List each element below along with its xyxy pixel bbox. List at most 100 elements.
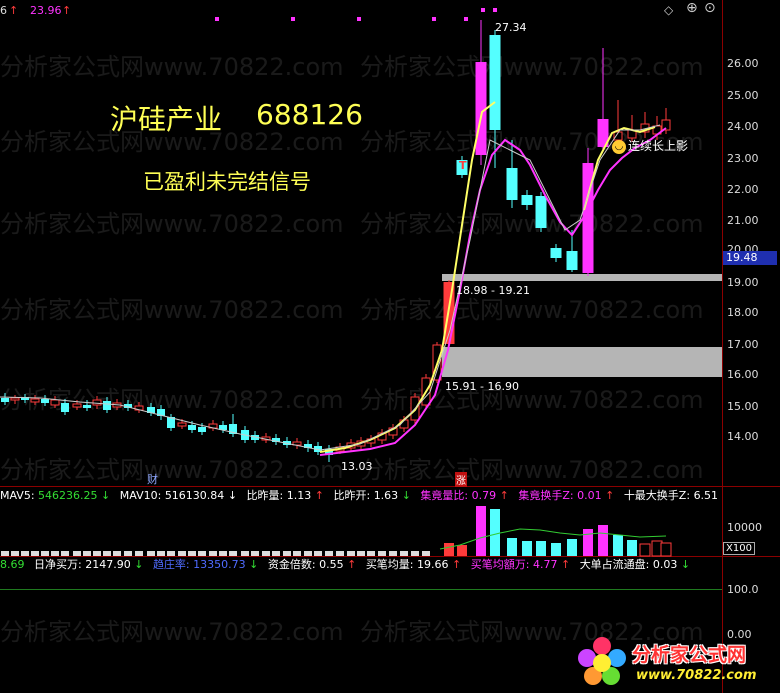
watermark-text: 分析家公式网www.70822.com: [0, 296, 344, 324]
volume-bar: [400, 551, 408, 556]
mav10-arrow: ↓: [227, 489, 238, 502]
diamond-icon[interactable]: ◇: [664, 3, 673, 17]
ind-item-value: 2147.90: [85, 558, 131, 571]
volume-bar: [536, 541, 546, 556]
vol-item-arrow: ↑: [499, 489, 509, 502]
volume-bar: [457, 545, 467, 556]
flower-logo-icon: [578, 637, 626, 685]
price-tick: 15.00: [727, 400, 759, 413]
price-tick: 25.00: [727, 89, 759, 102]
volume-bar: [241, 551, 249, 556]
watermark-text: 分析家公式网www.70822.com: [360, 210, 704, 238]
volume-bar: [613, 535, 623, 556]
ind-item-value: 0.03: [652, 558, 678, 571]
candle-body: [521, 195, 533, 205]
volume-bar: [639, 543, 651, 557]
marker-dot: [481, 8, 485, 12]
logo-brand-text: 分析家公式网: [632, 644, 747, 666]
volume-bar: [135, 551, 143, 556]
volume-bar: [627, 540, 637, 556]
stock-name: 沪硅产业: [110, 103, 223, 136]
volume-bar: [93, 551, 101, 556]
top-left-prefix: 6: [0, 4, 7, 17]
candle-body: [489, 35, 501, 130]
candle-body: [41, 399, 49, 403]
mav5-label: MAV5:: [0, 489, 35, 502]
ind-item-label: 买笔均量:: [365, 558, 414, 571]
vol-item-arrow: ↑: [314, 489, 324, 502]
price-tick: 24.00: [727, 120, 759, 133]
candle-body: [535, 196, 547, 228]
candle-body: [72, 403, 82, 408]
price-tick: 18.00: [727, 306, 759, 319]
volume-bar: [73, 551, 81, 556]
volume-bar: [598, 525, 608, 556]
price-tick: 19.00: [727, 276, 759, 289]
ind-item-arrow: ↓: [134, 558, 144, 571]
volume-bar: [51, 551, 59, 556]
volume-bar: [336, 551, 344, 556]
watermark-text: 分析家公式网www.70822.com: [360, 296, 704, 324]
ind-item-label: 买笔均額万:: [470, 558, 530, 571]
price-tick: 21.00: [727, 214, 759, 227]
resistance-zone-label: 18.98 - 19.21: [456, 284, 530, 297]
settings-icon[interactable]: ⊙: [704, 1, 716, 15]
ind-item-arrow: ↑: [560, 558, 571, 571]
brand-logo: 分析家公式网 www.70822.com: [574, 634, 774, 690]
watermark-text: 分析家公式网www.70822.com: [0, 456, 344, 484]
volume-bar: [367, 551, 375, 556]
volume-bar: [378, 551, 386, 556]
ind-item-arrow: ↑: [452, 558, 462, 571]
volume-bar: [188, 551, 196, 556]
resistance-zone: [442, 274, 722, 281]
volume-bar: [21, 551, 29, 556]
volume-bar: [283, 551, 291, 556]
smile-icon: ◡: [612, 140, 626, 154]
high-price-label: 27.34: [495, 21, 527, 34]
top-left-arrow: ↑: [9, 4, 19, 17]
mav5-arrow: ↓: [101, 489, 111, 502]
volume-bar: [41, 551, 49, 556]
volume-bar: [490, 509, 500, 556]
volume-bar: [157, 551, 165, 556]
vol-item-label: 集竟量比:: [420, 489, 469, 502]
volume-bar: [209, 551, 217, 556]
volume-bar: [314, 551, 322, 556]
candle-body: [566, 251, 578, 270]
volume-header: MAV5: 546236.25 ↓ MAV10: 516130.84 ↓ 比昨量…: [0, 489, 718, 503]
volume-bar: [272, 551, 280, 556]
volume-bar: [507, 538, 517, 556]
candle-body: [506, 168, 518, 200]
volume-bar: [83, 551, 91, 556]
candle-body: [61, 403, 69, 412]
t-marker: T: [459, 159, 467, 172]
volume-unit: X100: [723, 542, 755, 555]
marker-dot: [432, 17, 436, 21]
volume-bar: [444, 543, 454, 556]
watermark-text: 分析家公式网www.70822.com: [0, 53, 344, 81]
candle-body: [10, 397, 20, 401]
volume-bar: [251, 551, 259, 556]
vol-item-value: 1.63: [373, 489, 399, 502]
support-zone-label: 15.91 - 16.90: [445, 380, 519, 393]
vol-item-label: 比昨量:: [246, 489, 284, 502]
price-tick: 16.00: [727, 368, 759, 381]
volume-bar: [113, 551, 121, 556]
vol-item-arrow: ↑: [605, 489, 615, 502]
volume-bar: [357, 551, 365, 556]
logo-url-text: www.70822.com: [636, 668, 757, 683]
candle-body: [188, 425, 196, 430]
support-zone: [442, 347, 722, 377]
vol-item-value: 0.01: [577, 489, 602, 502]
volume-bar: [262, 551, 270, 556]
low-price-label: 13.03: [341, 460, 373, 473]
volume-bar: [61, 551, 69, 556]
volume-bar: [124, 551, 132, 556]
indicator-axis-tick-100: 100.0: [727, 583, 759, 596]
volume-bar: [551, 543, 561, 556]
candle-body: [30, 398, 40, 403]
top-left-arrow-2: ↑: [62, 4, 72, 17]
expand-icon[interactable]: ⊕: [686, 1, 698, 15]
volume-bar: [229, 551, 237, 556]
volume-bar: [1, 551, 9, 556]
